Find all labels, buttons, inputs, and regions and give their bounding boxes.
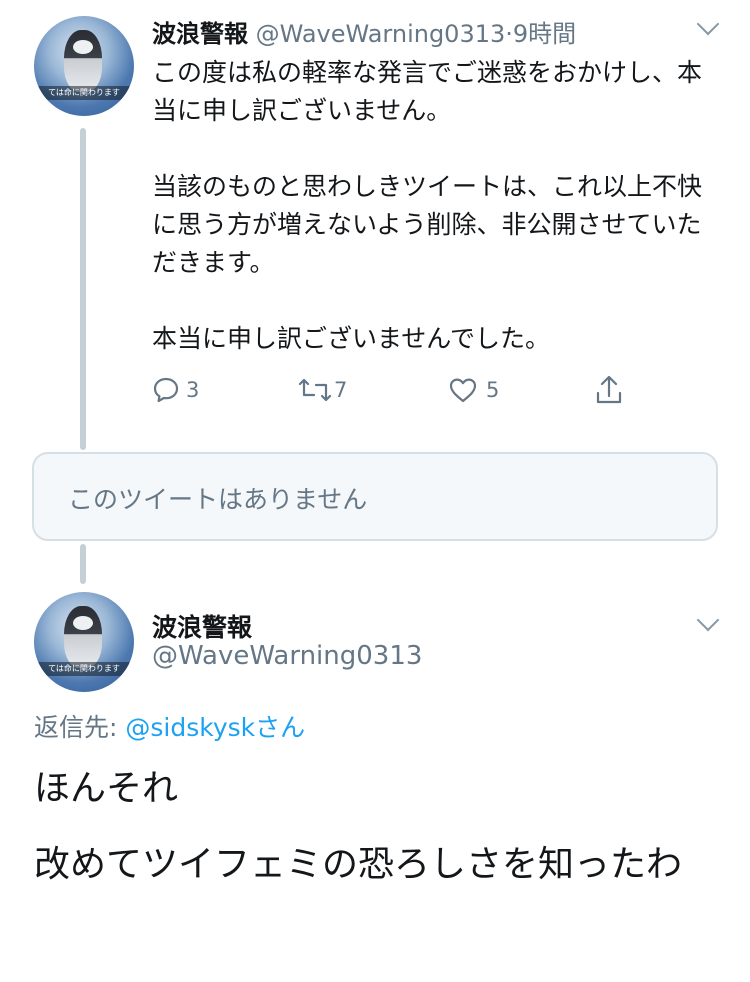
handle[interactable]: @WaveWarning0313 xyxy=(152,641,422,671)
reply-button[interactable]: 3 xyxy=(152,376,298,404)
reply-to-prefix: 返信先: xyxy=(34,713,126,742)
display-name[interactable]: 波浪警報 xyxy=(152,20,248,48)
avatar-caption: ては命に関わります xyxy=(34,86,134,100)
retweet-icon xyxy=(298,376,332,404)
tweet-text: この度は私の軽率な発言でご迷惑をおかけし、本当に申し訳ございません。 当該のもの… xyxy=(152,54,722,358)
thread-line-upper xyxy=(80,128,86,450)
timestamp[interactable]: 9時間 xyxy=(513,20,576,48)
display-name[interactable]: 波浪警報 xyxy=(152,608,252,644)
tweet-paragraph: 改めてツイフェミの恐ろしさを知ったわ xyxy=(34,844,683,885)
chevron-down-icon[interactable] xyxy=(696,608,720,632)
unavailable-text: このツイートはありません xyxy=(68,485,368,514)
unavailable-tweet-card: このツイートはありません xyxy=(32,452,718,541)
tweet-paragraph: 本当に申し訳ございませんでした。 xyxy=(152,324,551,353)
tweet-paragraph: 当該のものと思わしきツイートは、これ以上不快に思う方が増えないよう削除、非公開さ… xyxy=(152,172,703,277)
avatar[interactable]: ては命に関わります xyxy=(34,16,134,116)
chevron-down-icon[interactable] xyxy=(696,12,720,36)
share-button[interactable] xyxy=(594,374,624,406)
share-icon xyxy=(594,374,624,406)
penguin-image xyxy=(64,30,102,92)
tweet-header: 波浪警報 @WaveWarning0313·9時間 xyxy=(152,14,576,49)
handle[interactable]: @WaveWarning0313 xyxy=(256,20,506,48)
like-button[interactable]: 5 xyxy=(448,376,594,404)
like-count: 5 xyxy=(486,378,500,402)
reply-to-link[interactable]: @sidskysk xyxy=(125,713,255,742)
reply-to-suffix: さん xyxy=(255,713,306,742)
tweet-paragraph: この度は私の軽率な発言でご迷惑をおかけし、本当に申し訳ございません。 xyxy=(152,58,703,125)
tweet-paragraph: ほんそれ xyxy=(34,768,179,809)
tweet-actions: 3 7 5 xyxy=(152,370,624,410)
avatar-caption: ては命に関わります xyxy=(34,662,134,676)
penguin-image xyxy=(64,606,102,668)
heart-icon xyxy=(448,376,478,404)
tweet-text: ほんそれ 改めてツイフェミの恐ろしさを知ったわ xyxy=(34,762,724,914)
reply-count: 3 xyxy=(186,378,200,402)
separator: · xyxy=(505,20,513,48)
avatar[interactable]: ては命に関わります xyxy=(34,592,134,692)
reply-to-line: 返信先: @sidskyskさん xyxy=(34,708,305,744)
reply-icon xyxy=(152,376,180,404)
retweet-button[interactable]: 7 xyxy=(298,376,448,404)
retweet-count: 7 xyxy=(334,378,348,402)
thread-line-lower xyxy=(80,544,86,584)
